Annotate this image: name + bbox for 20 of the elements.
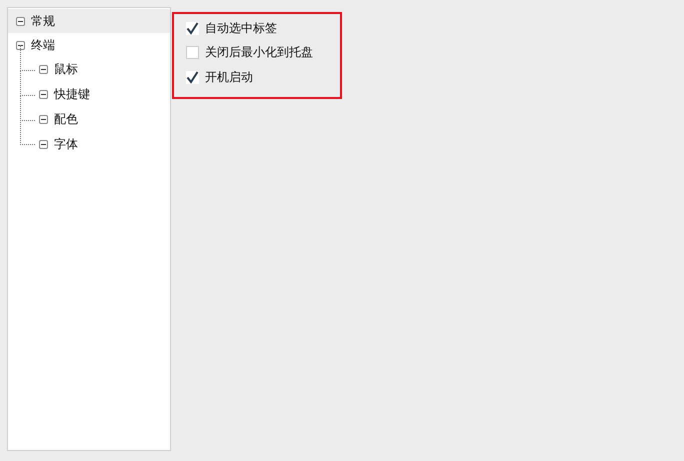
- checkbox[interactable]: [186, 70, 199, 84]
- collapse-icon[interactable]: [16, 40, 25, 50]
- collapse-icon[interactable]: [16, 16, 25, 26]
- tree-item[interactable]: 快捷键: [39, 82, 170, 107]
- tree-line: [20, 95, 35, 121]
- checkbox[interactable]: [186, 22, 199, 35]
- collapse-icon[interactable]: [39, 65, 48, 74]
- collapse-icon[interactable]: [39, 140, 48, 149]
- collapse-icon[interactable]: [39, 115, 48, 124]
- tree-item[interactable]: 常规: [8, 9, 170, 33]
- tree-item[interactable]: 鼠标: [39, 57, 170, 82]
- tree-item[interactable]: 终端: [8, 33, 170, 57]
- tree-line: [20, 120, 35, 145]
- tree-item[interactable]: 字体: [39, 132, 170, 157]
- tree-item[interactable]: 配色: [39, 107, 170, 132]
- checkbox-option[interactable]: 自动选中标签: [186, 16, 340, 40]
- checkbox-option[interactable]: 关闭后最小化到托盘: [186, 40, 340, 65]
- collapse-icon[interactable]: [39, 90, 48, 99]
- checkbox-option[interactable]: 开机启动: [186, 65, 340, 90]
- tree-line: [20, 70, 35, 96]
